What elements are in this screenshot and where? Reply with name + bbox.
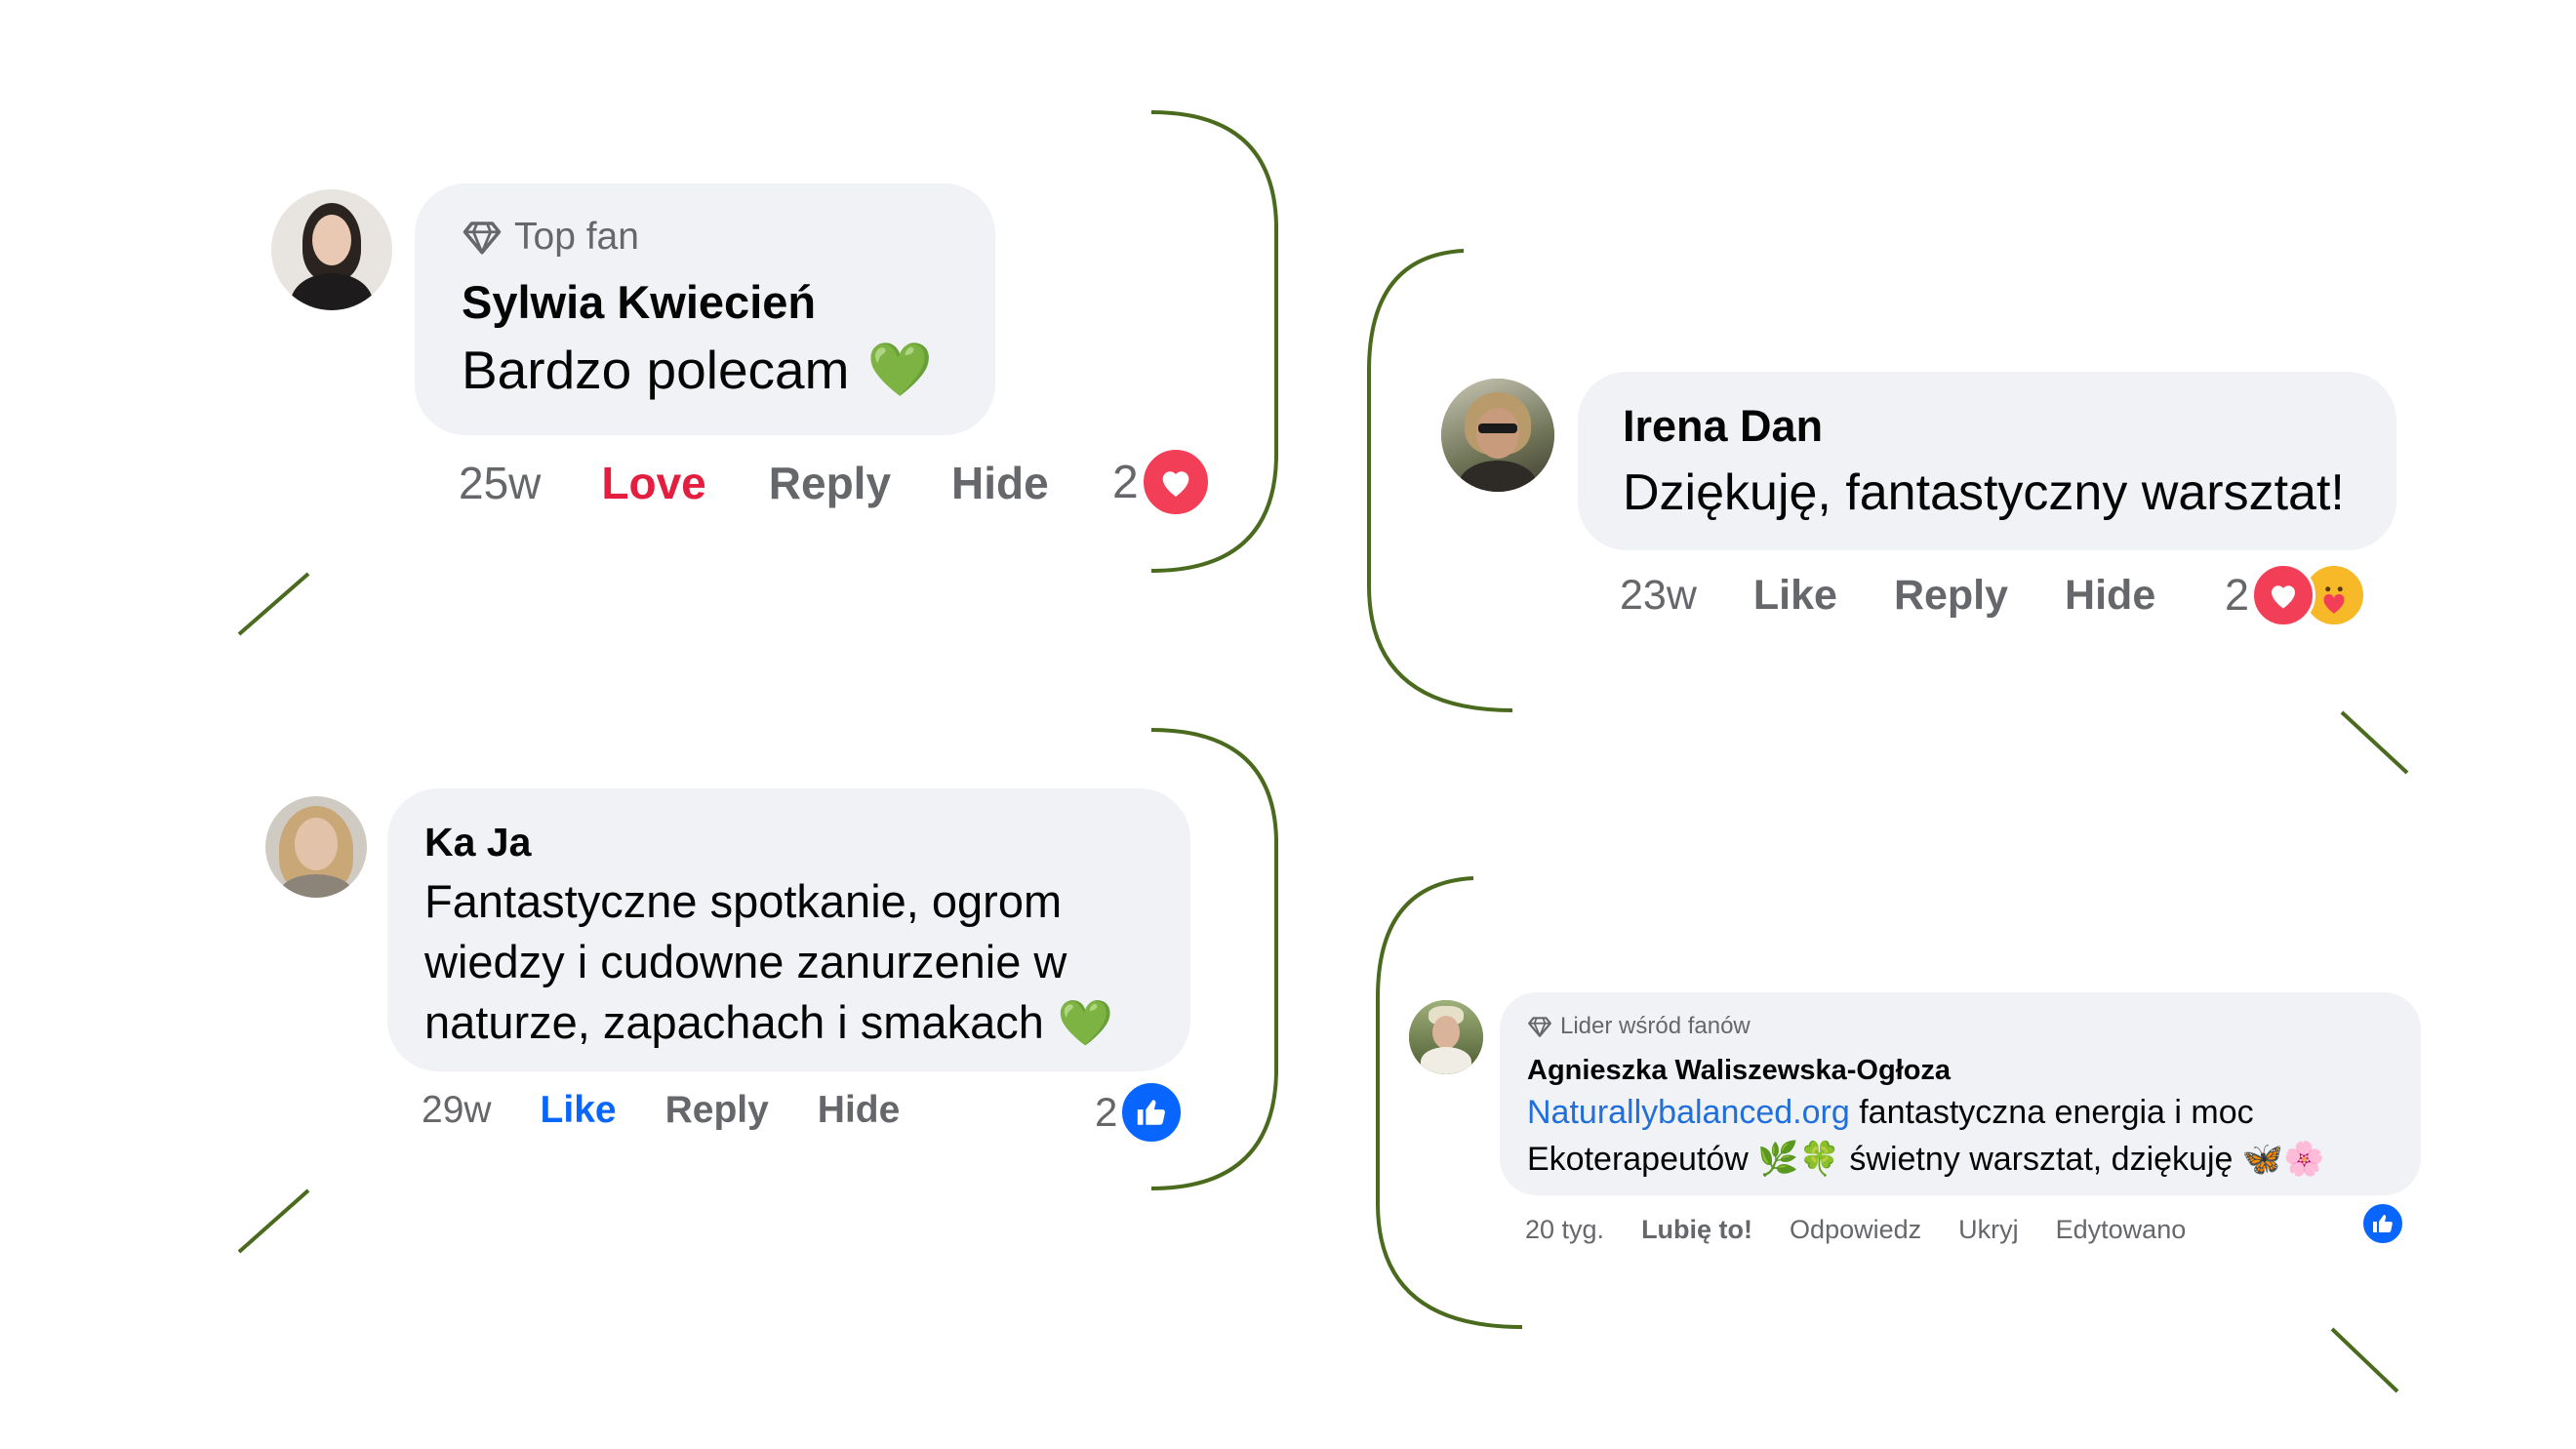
love-reaction-icon (2251, 563, 2316, 627)
timestamp[interactable]: 20 tyg. (1525, 1215, 1604, 1245)
comment-bubble: Lider wśród fanów Agnieszka Waliszewska-… (1500, 992, 2421, 1195)
comment-text-line: fantastyczna energia i moc (1849, 1094, 2254, 1131)
herb-clover-emoji: 🌿🍀 (1757, 1141, 1840, 1178)
avatar[interactable] (1409, 1000, 1483, 1074)
author-name[interactable]: Agnieszka Waliszewska-Ogłoza (1527, 1055, 2421, 1087)
comment-text: Naturallybalanced.org fantastyczna energ… (1527, 1089, 2421, 1183)
hide-button[interactable]: Ukryj (1958, 1215, 2019, 1245)
website-link[interactable]: Naturallybalanced.org (1527, 1094, 1850, 1131)
like-button[interactable]: Lubię to! (1641, 1215, 1752, 1245)
diamond-icon (1528, 1017, 1551, 1037)
butterfly-flower-emoji: 🦋🌸 (2241, 1141, 2325, 1178)
like-reaction-icon (2361, 1202, 2404, 1245)
comment-actions: 20 tyg. Lubię to! Odpowiedz Ukryj Edytow… (1525, 1210, 2186, 1249)
badge-label: Lider wśród fanów (1560, 1013, 1751, 1039)
reaction-summary[interactable] (2361, 1202, 2404, 1245)
frame-bottom-right (0, 0, 2576, 1449)
comment-text-line: Ekoterapeutów (1527, 1141, 1749, 1178)
top-fan-badge: Lider wśród fanów (1527, 1012, 2421, 1041)
frame-outline (1376, 876, 2410, 1393)
edited-label: Edytowano (2055, 1214, 2187, 1244)
reply-button[interactable]: Odpowiedz (1790, 1215, 1921, 1245)
comment-text-line: świetny warsztat, dziękuję (1839, 1141, 2242, 1178)
